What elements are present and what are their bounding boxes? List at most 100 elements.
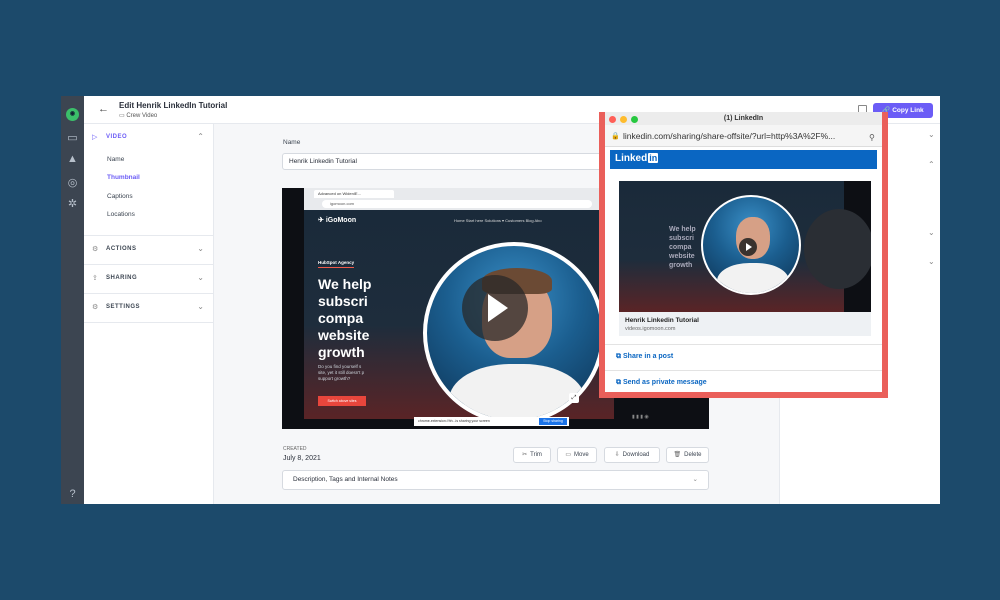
thumb-hero-line: website bbox=[669, 253, 695, 260]
recorded-website: ✈ iGoMoon Home Start here Solutions ▾ Cu… bbox=[304, 210, 614, 424]
gear-icon: ⚙ bbox=[92, 304, 99, 311]
thumbnail-play-triangle bbox=[746, 243, 752, 251]
trim-label: Trim bbox=[530, 452, 542, 458]
popup-title-bar: (1) LinkedIn bbox=[605, 112, 882, 125]
section-sharing[interactable]: ⇪ SHARING ⌄ bbox=[84, 265, 214, 294]
close-window-icon[interactable] bbox=[609, 116, 616, 123]
sidebar-item-locations[interactable]: Locations bbox=[107, 211, 135, 218]
site-agency-badge: HubSpot Agency bbox=[318, 260, 355, 268]
hero-line: We help bbox=[318, 276, 372, 292]
linkedin-logo[interactable]: Linked in bbox=[615, 153, 659, 164]
person-shirt bbox=[449, 364, 585, 420]
move-label: Move bbox=[574, 452, 589, 458]
delete-button[interactable]: 🗑 Delete bbox=[666, 447, 709, 463]
description-label: Description, Tags and Internal Notes bbox=[293, 476, 398, 483]
divider bbox=[605, 370, 882, 371]
play-outline-icon: ▷ bbox=[92, 134, 98, 141]
chevron-down-icon[interactable]: ⌄ bbox=[197, 244, 204, 253]
site-hero-text: We help subscri compa website growth bbox=[318, 276, 371, 361]
linkedin-share-window: (1) LinkedIn linkedin.com/sharing/share-… bbox=[605, 112, 882, 392]
help-icon[interactable]: ? bbox=[66, 488, 79, 501]
site-logo-text: iGoMoon bbox=[325, 217, 357, 224]
folder-breadcrumb[interactable]: ▭ Crew Video bbox=[119, 112, 157, 119]
thumbnail-person-shirt bbox=[717, 263, 789, 293]
site-logo: ✈ iGoMoon bbox=[318, 217, 357, 224]
icon-rail: ◉ ▭ ▲ ◎ ✲ ? bbox=[61, 96, 84, 504]
chevron-down-icon[interactable]: ⌄ bbox=[928, 228, 935, 237]
video-library-icon[interactable]: ▭ bbox=[66, 132, 79, 145]
play-button-icon[interactable] bbox=[462, 275, 528, 341]
actions-icon: ⚙ bbox=[92, 246, 99, 253]
move-button[interactable]: ▭ Move bbox=[557, 447, 597, 463]
expand-icon[interactable]: ⤢ bbox=[569, 393, 579, 403]
share-in-post-link[interactable]: ⧉ Share in a post bbox=[616, 353, 673, 361]
popup-title: (1) LinkedIn bbox=[723, 115, 764, 122]
hero-line: website bbox=[318, 327, 370, 343]
share-preview-caption: Henrik Linkedin Tutorial videos.igomoon.… bbox=[619, 312, 871, 336]
sidebar-item-name[interactable]: Name bbox=[107, 156, 124, 163]
chevron-up-icon[interactable]: ⌃ bbox=[928, 160, 935, 169]
site-hero-sub: Do you find yourself s site, yet it stil… bbox=[318, 364, 364, 382]
delete-label: Delete bbox=[684, 452, 702, 458]
sidebar-item-thumbnail[interactable]: Thumbnail bbox=[107, 174, 140, 181]
chevron-down-icon[interactable]: ⌄ bbox=[197, 302, 204, 311]
share-preview-thumbnail[interactable]: We help subscri compa website growth bbox=[619, 181, 871, 312]
recorded-tab: Advanced on WidenIE... bbox=[314, 190, 394, 198]
popup-url-bar[interactable]: linkedin.com/sharing/share-offsite/?url=… bbox=[605, 125, 882, 147]
hero-line: compa bbox=[318, 310, 364, 326]
linkedin-popup-highlight: (1) LinkedIn linkedin.com/sharing/share-… bbox=[599, 112, 888, 398]
search-icon[interactable]: ⚲ bbox=[869, 133, 875, 142]
minimize-window-icon[interactable] bbox=[620, 116, 627, 123]
section-settings[interactable]: ⚙ SETTINGS ⌄ bbox=[84, 294, 214, 323]
hero-line: subscri bbox=[318, 293, 368, 309]
description-accordion[interactable]: Description, Tags and Internal Notes ⌄ bbox=[282, 470, 709, 490]
created-label: CREATED bbox=[283, 446, 307, 452]
preview-title: Henrik Linkedin Tutorial bbox=[625, 317, 699, 324]
external-link-icon: ⧉ bbox=[616, 379, 621, 386]
share-icon: ⇪ bbox=[92, 275, 98, 282]
trim-button[interactable]: ✂ Trim bbox=[513, 447, 551, 463]
trash-icon: 🗑 bbox=[673, 452, 682, 458]
thumb-hero-line: compa bbox=[669, 244, 692, 251]
site-nav: Home Start here Solutions ▾ Customers Bl… bbox=[454, 218, 542, 223]
thumbnail-play-icon[interactable] bbox=[739, 238, 757, 256]
section-settings-label: SETTINGS bbox=[106, 304, 141, 310]
analytics-icon[interactable]: ▲ bbox=[66, 153, 79, 166]
name-input[interactable]: Henrik Linkedin Tutorial bbox=[282, 153, 612, 170]
chevron-down-icon[interactable]: ⌄ bbox=[928, 130, 935, 139]
player-controls[interactable]: ▮ ▮ ▮ ◉ bbox=[632, 414, 682, 424]
divider bbox=[605, 344, 882, 345]
hero-line: growth bbox=[318, 344, 365, 360]
recorded-url: igomoon.com bbox=[322, 200, 592, 208]
play-triangle bbox=[488, 294, 508, 322]
screen-share-text: chrome-extension://hh...is sharing your … bbox=[418, 419, 490, 423]
app-logo-icon[interactable]: ◉ bbox=[66, 108, 79, 121]
recorded-browser-chrome: Advanced on WidenIE... igomoon.com bbox=[304, 188, 614, 210]
download-label: Download bbox=[622, 452, 650, 458]
maximize-window-icon[interactable] bbox=[631, 116, 638, 123]
section-video[interactable]: ▷ VIDEO ⌃ bbox=[84, 124, 214, 236]
send-private-message-link[interactable]: ⧉ Send as private message bbox=[616, 379, 707, 387]
preview-domain: videos.igomoon.com bbox=[625, 326, 676, 332]
external-link-icon: ⧉ bbox=[616, 353, 621, 360]
download-button[interactable]: ⇩ Download bbox=[604, 447, 660, 463]
chevron-up-icon[interactable]: ⌃ bbox=[197, 132, 204, 141]
section-actions[interactable]: ⚙ ACTIONS ⌄ bbox=[84, 236, 214, 265]
target-icon[interactable]: ◎ bbox=[66, 177, 79, 190]
back-arrow-icon[interactable]: ← bbox=[98, 103, 109, 115]
hero-sub-line: support growth? bbox=[318, 376, 351, 381]
thumbnail-moon bbox=[804, 209, 871, 289]
chevron-down-icon[interactable]: ⌄ bbox=[197, 273, 204, 282]
linkedin-header: Linked in bbox=[610, 150, 877, 169]
settings-sidebar: ▷ VIDEO ⌃ Name Thumbnail Captions Locati… bbox=[84, 124, 214, 504]
integrations-icon[interactable]: ✲ bbox=[66, 198, 79, 211]
section-video-label: VIDEO bbox=[106, 134, 128, 140]
created-date: July 8, 2021 bbox=[283, 455, 321, 462]
folder-name: Crew Video bbox=[126, 113, 158, 119]
sidebar-item-captions[interactable]: Captions bbox=[107, 193, 133, 200]
linkedin-logo-in: in bbox=[648, 153, 659, 163]
chevron-down-icon[interactable]: ⌄ bbox=[928, 257, 935, 266]
linkedin-logo-text: Linked bbox=[615, 153, 648, 164]
site-cta-button: Switch above sites bbox=[318, 396, 366, 406]
name-label: Name bbox=[283, 139, 301, 146]
